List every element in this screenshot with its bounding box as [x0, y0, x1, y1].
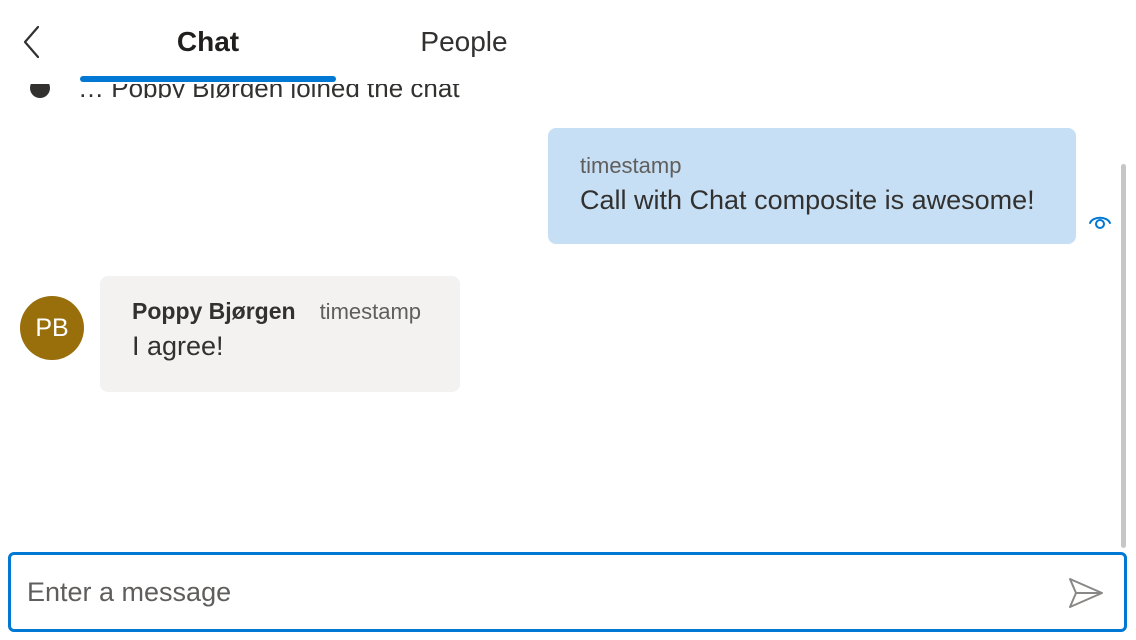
tab-chat[interactable]: Chat — [80, 22, 336, 62]
message-timestamp: timestamp — [580, 153, 682, 178]
send-button[interactable] — [1066, 575, 1106, 611]
avatar: PB — [20, 296, 84, 360]
header: Chat People — [0, 0, 1136, 84]
message-composer — [8, 552, 1127, 632]
scrollbar[interactable] — [1121, 164, 1126, 548]
tab-people[interactable]: People — [336, 22, 592, 62]
message-timestamp: timestamp — [319, 299, 422, 324]
system-message: … Poppy Bjørgen joined the chat — [30, 84, 460, 98]
message-text: Call with Chat composite is awesome! — [580, 185, 1035, 215]
info-icon — [30, 84, 50, 98]
message-text: I agree! — [132, 331, 224, 361]
message-input[interactable] — [27, 555, 1047, 629]
back-button[interactable] — [14, 22, 52, 62]
chevron-left-icon — [23, 25, 40, 59]
send-icon — [1069, 578, 1103, 608]
read-receipt-eye-icon[interactable] — [1088, 212, 1112, 234]
system-message-text: … Poppy Bjørgen joined the chat — [78, 84, 460, 98]
incoming-message-bubble[interactable]: Poppy Bjørgen timestamp I agree! — [100, 276, 460, 392]
active-tab-indicator — [80, 76, 336, 82]
my-message-bubble[interactable]: timestamp Call with Chat composite is aw… — [548, 128, 1076, 244]
sender-name: Poppy Bjørgen — [132, 298, 296, 324]
